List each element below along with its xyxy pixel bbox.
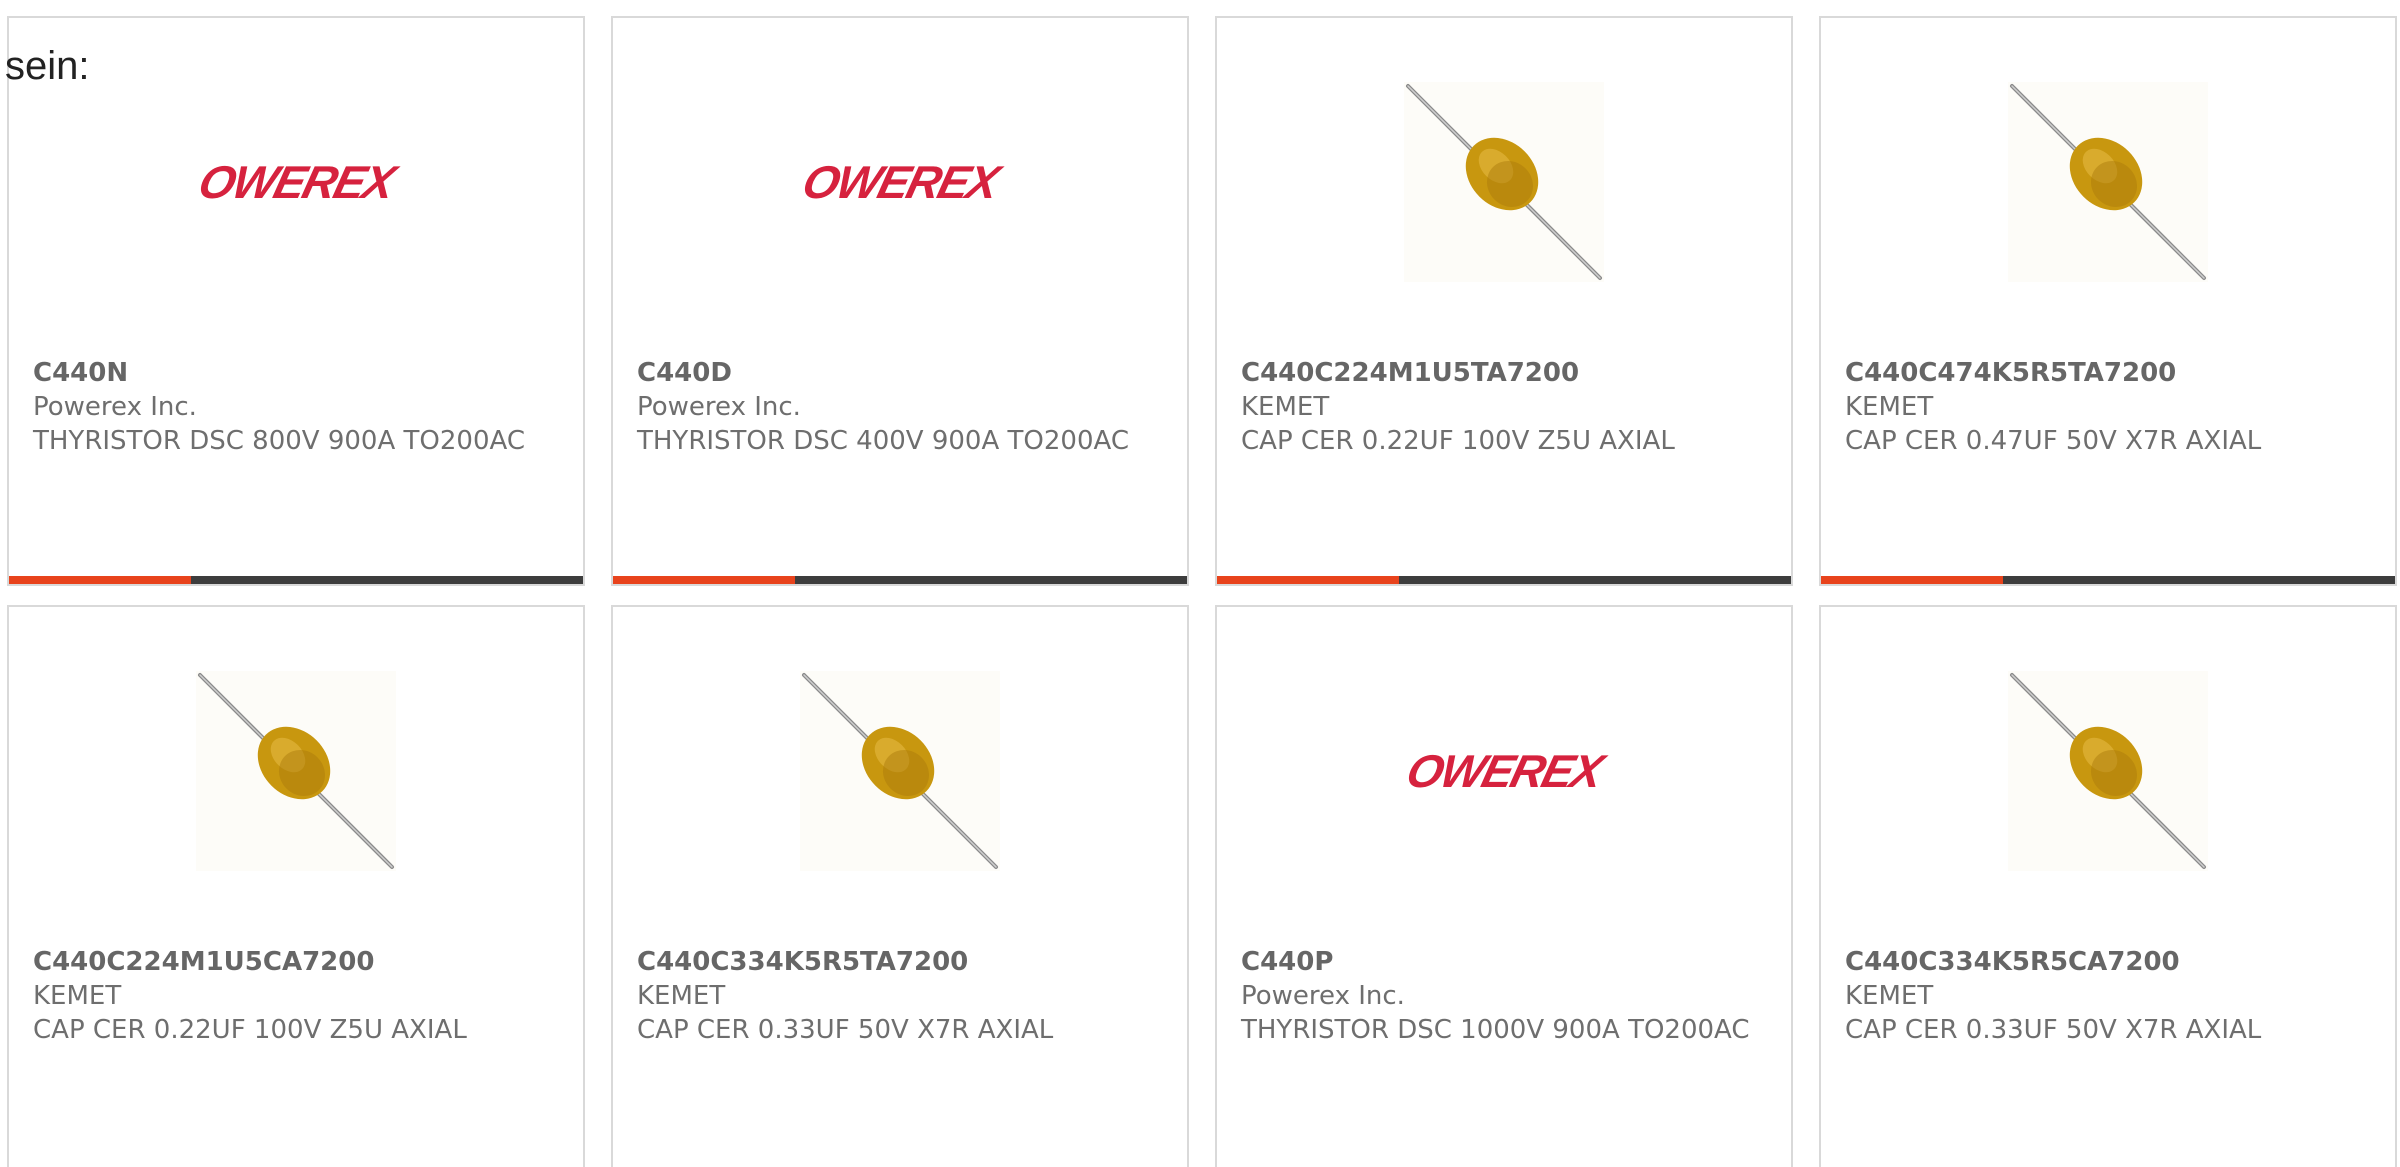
part-number-link[interactable]: C440C224M1U5CA7200 <box>33 945 559 979</box>
powerex-logo-text: OWEREX <box>797 156 1003 208</box>
capacitor-image[interactable] <box>196 671 396 871</box>
product-card[interactable]: C440C224M1U5CA7200 KEMET CAP CER 0.22UF 10… <box>7 605 585 1167</box>
powerex-logo[interactable]: OWEREX <box>1401 671 1607 871</box>
powerex-logo-text: OWEREX <box>1401 745 1607 797</box>
manufacturer-name: KEMET <box>1845 392 1934 422</box>
product-grid: OWEREX C440N Powerex Inc. THYRISTOR DSC 800… <box>0 0 2400 1167</box>
manufacturer-name: Powerex Inc. <box>33 392 197 422</box>
card-bottom-bar <box>1821 576 2395 584</box>
capacitor-image[interactable] <box>2008 671 2208 871</box>
product-info: C440C334K5R5CA7200 KEMET CAP CER 0.33UF 50… <box>1845 945 2371 1047</box>
product-info: C440C224M1U5CA7200 KEMET CAP CER 0.22UF 10… <box>33 945 559 1047</box>
card-accent-bar <box>613 576 795 584</box>
product-card[interactable]: OWEREX C440P Powerex Inc. THYRISTOR DSC 100… <box>1215 605 1793 1167</box>
card-accent-bar <box>1217 576 1399 584</box>
manufacturer-name: Powerex Inc. <box>637 392 801 422</box>
product-description: CAP CER 0.47UF 50V X7R AXIAL <box>1845 426 2262 456</box>
product-card[interactable]: C440C334K5R5CA7200 KEMET CAP CER 0.33UF 50… <box>1819 605 2397 1167</box>
manufacturer-name: KEMET <box>33 981 122 1011</box>
part-number-link[interactable]: C440C474K5R5TA7200 <box>1845 356 2371 390</box>
product-description: THYRISTOR DSC 800V 900A TO200AC <box>33 426 525 456</box>
product-info: C440D Powerex Inc. THYRISTOR DSC 400V 900A… <box>637 356 1163 458</box>
product-card[interactable]: C440C334K5R5TA7200 KEMET CAP CER 0.33UF 50… <box>611 605 1189 1167</box>
product-description: THYRISTOR DSC 1000V 900A TO200AC <box>1241 1015 1750 1045</box>
product-info: C440C334K5R5TA7200 KEMET CAP CER 0.33UF 50… <box>637 945 1163 1047</box>
product-info: C440P Powerex Inc. THYRISTOR DSC 1000V 900… <box>1241 945 1767 1047</box>
part-number-link[interactable]: C440D <box>637 356 1163 390</box>
product-card[interactable]: OWEREX C440N Powerex Inc. THYRISTOR DSC 800… <box>7 16 585 586</box>
product-description: CAP CER 0.22UF 100V Z5U AXIAL <box>1241 426 1675 456</box>
card-bottom-bar <box>613 576 1187 584</box>
intro-text: sein: <box>5 44 90 88</box>
manufacturer-name: KEMET <box>1845 981 1934 1011</box>
part-number-link[interactable]: C440C224M1U5TA7200 <box>1241 356 1767 390</box>
product-card[interactable]: C440C474K5R5TA7200 KEMET CAP CER 0.47UF 50… <box>1819 16 2397 586</box>
card-accent-bar <box>9 576 191 584</box>
part-number-link[interactable]: C440C334K5R5CA7200 <box>1845 945 2371 979</box>
product-description: CAP CER 0.22UF 100V Z5U AXIAL <box>33 1015 467 1045</box>
product-info: C440C474K5R5TA7200 KEMET CAP CER 0.47UF 50… <box>1845 356 2371 458</box>
powerex-logo[interactable]: OWEREX <box>193 82 399 282</box>
capacitor-image[interactable] <box>800 671 1000 871</box>
powerex-logo-text: OWEREX <box>193 156 399 208</box>
manufacturer-name: Powerex Inc. <box>1241 981 1405 1011</box>
product-description: CAP CER 0.33UF 50V X7R AXIAL <box>1845 1015 2262 1045</box>
card-accent-bar <box>1821 576 2003 584</box>
manufacturer-name: KEMET <box>637 981 726 1011</box>
product-info: C440C224M1U5TA7200 KEMET CAP CER 0.22UF 10… <box>1241 356 1767 458</box>
part-number-link[interactable]: C440P <box>1241 945 1767 979</box>
product-info: C440N Powerex Inc. THYRISTOR DSC 800V 900A… <box>33 356 559 458</box>
card-bottom-bar <box>9 576 583 584</box>
product-card[interactable]: OWEREX C440D Powerex Inc. THYRISTOR DSC 400… <box>611 16 1189 586</box>
part-number-link[interactable]: C440C334K5R5TA7200 <box>637 945 1163 979</box>
manufacturer-name: KEMET <box>1241 392 1330 422</box>
capacitor-image[interactable] <box>2008 82 2208 282</box>
capacitor-image[interactable] <box>1404 82 1604 282</box>
product-description: THYRISTOR DSC 400V 900A TO200AC <box>637 426 1129 456</box>
product-card[interactable]: C440C224M1U5TA7200 KEMET CAP CER 0.22UF 10… <box>1215 16 1793 586</box>
part-number-link[interactable]: C440N <box>33 356 559 390</box>
card-bottom-bar <box>1217 576 1791 584</box>
product-description: CAP CER 0.33UF 50V X7R AXIAL <box>637 1015 1054 1045</box>
product-grid-page: sein: OWEREX C440N Powerex Inc. THYRISTOR D… <box>0 0 2400 1167</box>
powerex-logo[interactable]: OWEREX <box>797 82 1003 282</box>
